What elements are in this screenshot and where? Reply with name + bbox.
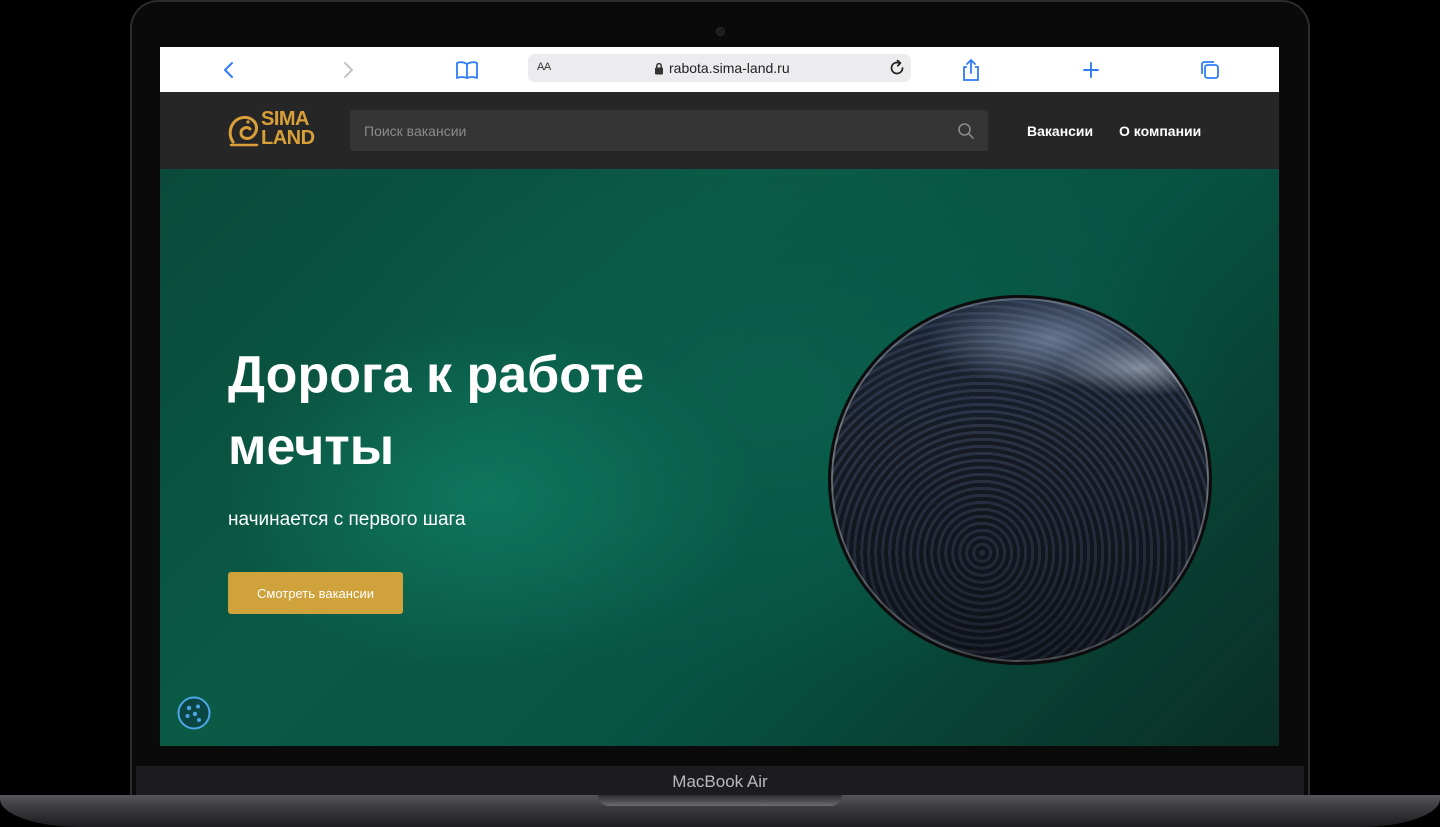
address-bar[interactable]: AA rabota.sima-land.ru [528,54,911,82]
share-icon[interactable] [958,57,984,83]
site-logo[interactable]: SIMA LAND [227,108,327,154]
lock-icon [654,62,664,80]
cookie-icon[interactable] [177,696,211,730]
logo-text: SIMA LAND [261,109,315,149]
hero-section: Дорога к работе мечты начинается с перво… [160,169,1279,746]
laptop-notch [598,795,842,806]
url-text: rabota.sima-land.ru [669,60,790,76]
nav-about-company[interactable]: О компании [1119,123,1201,139]
back-icon[interactable] [216,57,242,83]
new-tab-icon[interactable] [1078,57,1104,83]
camera [716,27,725,36]
concert-crowd-photo [828,295,1212,665]
logo-emblem-icon [228,115,259,147]
hero-subtitle: начинается с первого шага [228,509,466,530]
text-size-button[interactable]: AA [537,61,551,73]
site-header: SIMA LAND Вакансии О компании [160,92,1279,169]
hero-title: Дорога к работе мечты [228,346,645,476]
forward-icon[interactable] [335,57,361,83]
search-input[interactable] [350,110,988,151]
reload-icon[interactable] [887,58,907,83]
view-vacancies-button[interactable]: Смотреть вакансии [228,572,403,614]
device-label: MacBook Air [672,772,768,791]
tabs-icon[interactable] [1197,57,1223,83]
browser-toolbar: AA rabota.sima-land.ru [160,47,1279,92]
search-icon[interactable] [957,122,975,145]
nav-vacancies[interactable]: Вакансии [1027,123,1093,139]
logo-line-2: LAND [261,127,315,149]
screen: AA rabota.sima-land.ru SIMA LAND Поиск в… [160,47,1279,746]
bookmarks-icon[interactable] [454,57,480,83]
